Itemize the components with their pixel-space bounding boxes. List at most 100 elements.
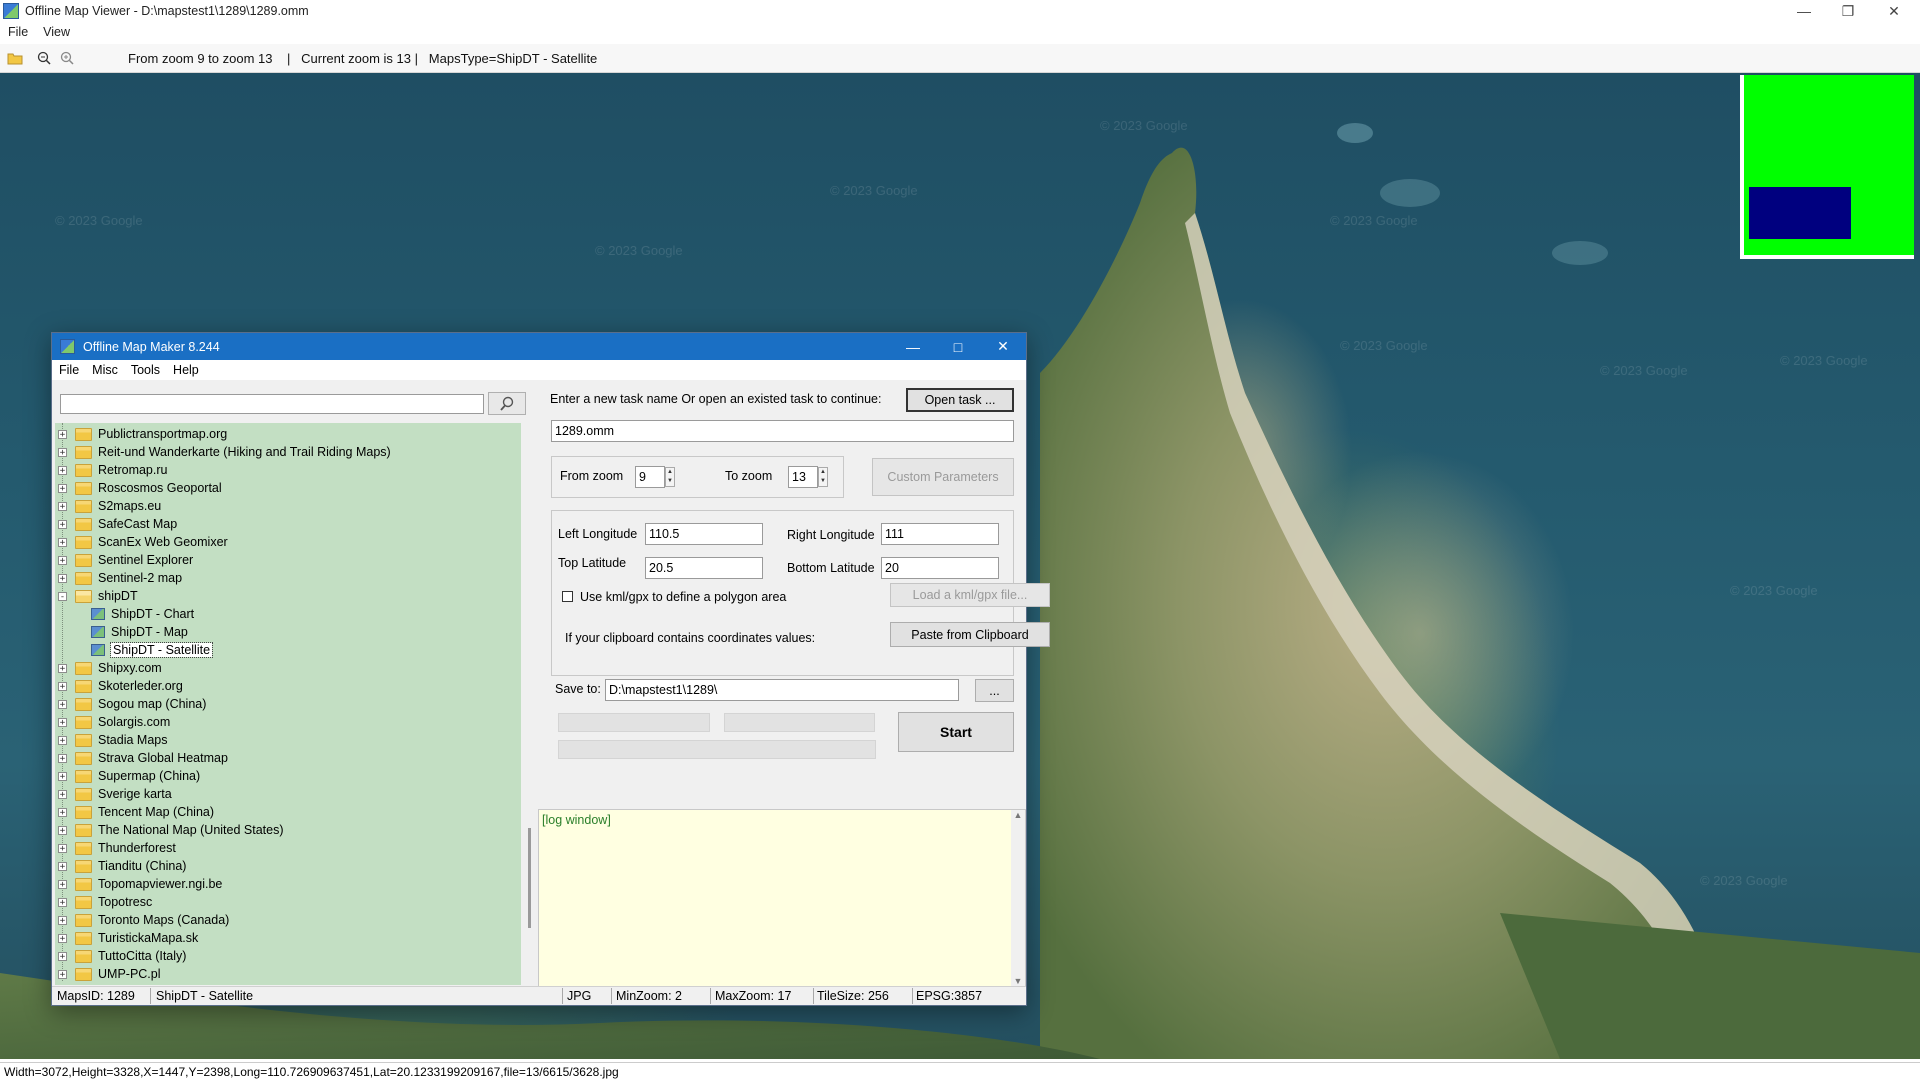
tree-folder-item[interactable]: + Supermap (China): [55, 767, 200, 785]
zoom-in-icon[interactable]: [59, 50, 75, 66]
tree-folder-item[interactable]: + Toronto Maps (Canada): [55, 911, 229, 929]
start-button[interactable]: Start: [898, 712, 1014, 752]
expand-icon[interactable]: +: [58, 699, 67, 709]
tree-folder-item[interactable]: + UMP-PC.pl: [55, 965, 161, 983]
tree-folder-item[interactable]: + Sverige karta: [55, 785, 172, 803]
expand-icon[interactable]: +: [58, 537, 67, 547]
dialog-menu-help[interactable]: Help: [166, 363, 205, 377]
tree-folder-item[interactable]: + Sogou map (China): [55, 695, 206, 713]
tree-folder-item[interactable]: + SafeCast Map: [55, 515, 177, 533]
tree-folder-item[interactable]: + TuttoCitta (Italy): [55, 947, 186, 965]
dialog-minimize-button[interactable]: —: [890, 333, 936, 360]
tree-folder-item[interactable]: - shipDT: [55, 587, 138, 605]
expand-icon[interactable]: +: [58, 969, 67, 979]
expand-icon[interactable]: +: [58, 843, 67, 853]
tree-folder-item[interactable]: + Topotresc: [55, 893, 152, 911]
tree-folder-item[interactable]: + Topomapviewer.ngi.be: [55, 875, 222, 893]
expand-icon[interactable]: +: [58, 663, 67, 673]
tree-folder-item[interactable]: + Skoterleder.org: [55, 677, 183, 695]
save-to-input[interactable]: D:\mapstest1\1289\: [605, 679, 959, 701]
tree-folder-item[interactable]: + Publictransportmap.org: [55, 425, 227, 443]
expand-icon[interactable]: +: [58, 465, 67, 475]
tree-folder-item[interactable]: + Tianditu (China): [55, 857, 186, 875]
restore-button[interactable]: ❐: [1826, 0, 1870, 22]
expand-icon[interactable]: +: [58, 681, 67, 691]
collapse-icon[interactable]: -: [58, 591, 67, 601]
expand-icon[interactable]: +: [58, 735, 67, 745]
expand-icon[interactable]: +: [58, 951, 67, 961]
minimap-viewport[interactable]: [1749, 187, 1851, 239]
zoom-out-icon[interactable]: [36, 50, 52, 66]
to-zoom-spinner[interactable]: ▲ ▼: [818, 467, 828, 487]
expand-icon[interactable]: +: [58, 789, 67, 799]
dialog-menu-misc[interactable]: Misc: [85, 363, 124, 377]
tree-folder-item[interactable]: + Strava Global Heatmap: [55, 749, 228, 767]
minimize-button[interactable]: —: [1782, 0, 1826, 22]
open-folder-icon[interactable]: [7, 50, 23, 66]
custom-parameters-button[interactable]: Custom Parameters: [872, 458, 1014, 496]
tree-folder-item[interactable]: + S2maps.eu: [55, 497, 161, 515]
expand-icon[interactable]: +: [58, 825, 67, 835]
tree-folder-item[interactable]: + Roscosmos Geoportal: [55, 479, 222, 497]
map-search-input[interactable]: [60, 394, 484, 414]
left-longitude-input[interactable]: 110.5: [645, 523, 763, 545]
from-zoom-input[interactable]: 9: [635, 466, 665, 488]
expand-icon[interactable]: +: [58, 807, 67, 817]
open-task-button[interactable]: Open task ...: [906, 388, 1014, 412]
load-kml-button[interactable]: Load a kml/gpx file...: [890, 583, 1050, 607]
minimap[interactable]: [1740, 75, 1914, 259]
expand-icon[interactable]: +: [58, 717, 67, 727]
dialog-maximize-button[interactable]: □: [935, 333, 981, 360]
bottom-latitude-input[interactable]: 20: [881, 557, 999, 579]
tree-folder-item[interactable]: + ScanEx Web Geomixer: [55, 533, 228, 551]
expand-icon[interactable]: +: [58, 753, 67, 763]
map-source-tree[interactable]: + Publictransportmap.org + Reit-und Wanderk…: [55, 423, 521, 985]
tree-folder-item[interactable]: + Sentinel-2 map: [55, 569, 182, 587]
top-latitude-input[interactable]: 20.5: [645, 557, 763, 579]
expand-icon[interactable]: +: [58, 879, 67, 889]
tree-folder-item[interactable]: + Sentinel Explorer: [55, 551, 193, 569]
expand-icon[interactable]: +: [58, 897, 67, 907]
expand-icon[interactable]: +: [58, 483, 67, 493]
log-window[interactable]: [log window] ▲ ▼: [538, 809, 1026, 987]
to-zoom-input[interactable]: 13: [788, 466, 818, 488]
menu-file[interactable]: File: [0, 25, 35, 39]
tree-folder-item[interactable]: + Shipxy.com: [55, 659, 162, 677]
expand-icon[interactable]: +: [58, 555, 67, 565]
tree-folder-item[interactable]: + Retromap.ru: [55, 461, 167, 479]
dialog-close-button[interactable]: ✕: [980, 333, 1026, 360]
tree-folder-item[interactable]: + TuristickaMapa.sk: [55, 929, 198, 947]
menu-view[interactable]: View: [35, 25, 77, 39]
task-name-input[interactable]: 1289.omm: [551, 420, 1014, 442]
tree-folder-item[interactable]: + Tencent Map (China): [55, 803, 214, 821]
expand-icon[interactable]: +: [58, 933, 67, 943]
tree-scroll-thumb[interactable]: [528, 828, 531, 928]
expand-icon[interactable]: +: [58, 915, 67, 925]
expand-icon[interactable]: +: [58, 861, 67, 871]
close-button[interactable]: ✕: [1872, 0, 1916, 22]
tree-folder-item[interactable]: + Stadia Maps: [55, 731, 167, 749]
expand-icon[interactable]: +: [58, 447, 67, 457]
browse-button[interactable]: ...: [975, 679, 1014, 702]
expand-icon[interactable]: +: [58, 429, 67, 439]
paste-clipboard-button[interactable]: Paste from Clipboard: [890, 622, 1050, 647]
expand-icon[interactable]: +: [58, 573, 67, 583]
tree-folder-item[interactable]: + The National Map (United States): [55, 821, 284, 839]
from-zoom-spinner[interactable]: ▲ ▼: [665, 467, 675, 487]
tree-folder-item[interactable]: + Solargis.com: [55, 713, 170, 731]
dialog-menu-file[interactable]: File: [52, 363, 85, 377]
expand-icon[interactable]: +: [58, 501, 67, 511]
search-button[interactable]: [488, 392, 526, 415]
right-longitude-input[interactable]: 111: [881, 523, 999, 545]
tree-map-item[interactable]: ShipDT - Satellite: [55, 641, 214, 659]
tree-folder-item[interactable]: + Reit-und Wanderkarte (Hiking and Trail …: [55, 443, 391, 461]
dialog-menu-tools[interactable]: Tools: [124, 363, 166, 377]
expand-icon[interactable]: +: [58, 519, 67, 529]
log-scrollbar[interactable]: ▲ ▼: [1011, 810, 1025, 986]
expand-icon[interactable]: +: [58, 771, 67, 781]
tree-folder-item[interactable]: + Thunderforest: [55, 839, 176, 857]
tree-scrollbar[interactable]: [523, 423, 537, 985]
kml-polygon-checkbox[interactable]: [562, 591, 573, 602]
tree-map-item[interactable]: ShipDT - Map: [55, 623, 188, 641]
tree-map-item[interactable]: ShipDT - Chart: [55, 605, 194, 623]
